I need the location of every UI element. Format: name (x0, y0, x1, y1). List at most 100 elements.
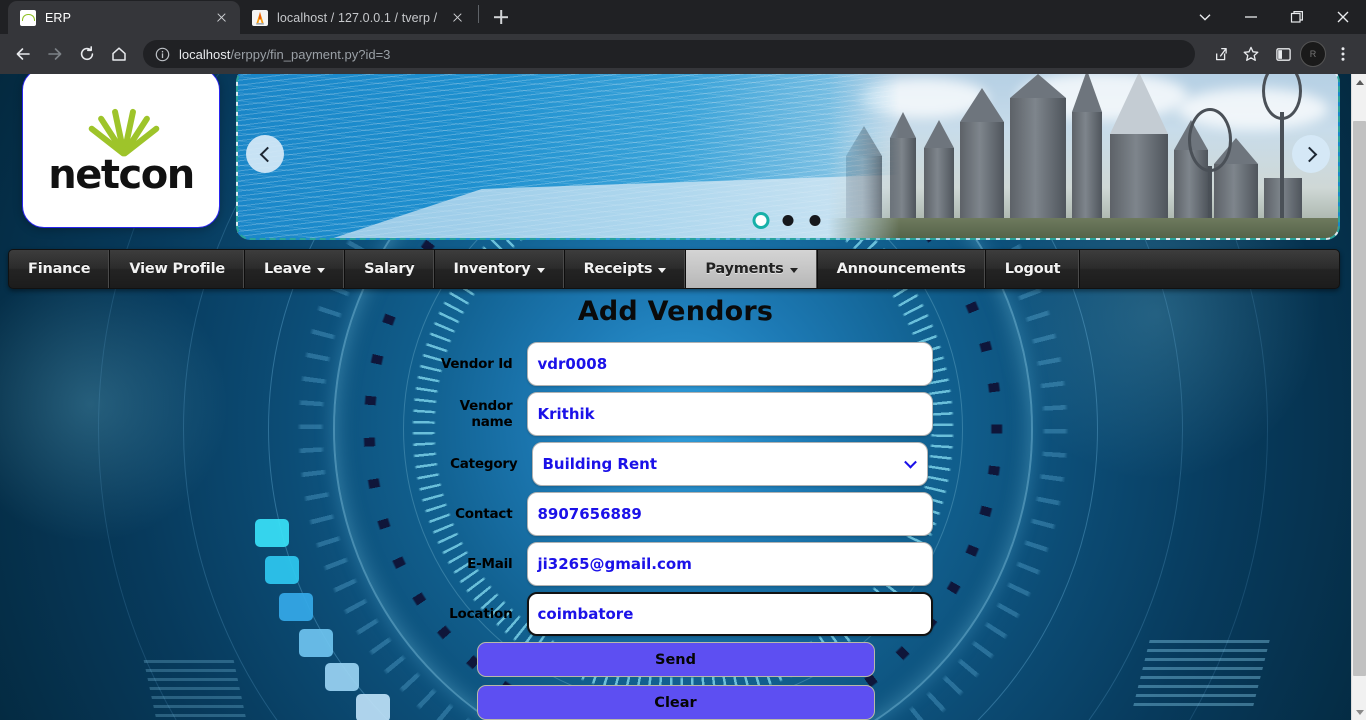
vendor-name-input[interactable]: Krithik (526, 392, 933, 436)
label-vendor-id: Vendor Id (440, 356, 513, 372)
form-row-category: Category Building Rent (0, 439, 1351, 489)
nav-item-payments[interactable]: Payments (686, 250, 818, 288)
nav-label: Salary (364, 261, 415, 277)
carousel-next-button[interactable] (1292, 135, 1330, 173)
page-viewport: netcon Finance View Profile Leave Salary… (0, 74, 1366, 720)
phpmyadmin-favicon-icon (252, 9, 268, 26)
vendor-id-input[interactable]: vdr0008 (526, 342, 933, 386)
form-row-vendor-id: Vendor Id vdr0008 (0, 339, 1351, 389)
nav-filler (1080, 250, 1339, 288)
home-icon[interactable] (104, 39, 134, 69)
carousel-dot-2[interactable] (782, 215, 794, 226)
browser-menu-icon[interactable] (1328, 39, 1358, 69)
nav-item-finance[interactable]: Finance (9, 250, 111, 288)
scrollbar-thumb[interactable] (1353, 121, 1366, 676)
url-text: localhost/erppy/fin_payment.py?id=3 (179, 47, 390, 62)
label-location: Location (449, 606, 513, 622)
site-header: netcon (0, 74, 1351, 248)
back-icon[interactable] (8, 39, 38, 69)
netcon-arc-icon (73, 102, 169, 158)
chevron-down-icon (317, 267, 326, 273)
email-input[interactable]: ji3265@gmail.com (526, 542, 933, 586)
tab-strip: ERP localhost / 127.0.0.1 / tverp / emp (0, 0, 1366, 34)
carousel-indicators (755, 215, 821, 226)
form-row-vendor-name: Vendor name Krithik (0, 389, 1351, 439)
form-row-contact: Contact 8907656889 (0, 489, 1351, 539)
send-button[interactable]: Send (476, 642, 875, 677)
contact-input[interactable]: 8907656889 (526, 492, 933, 536)
nav-label: View Profile (129, 261, 225, 277)
new-tab-button[interactable] (487, 3, 515, 31)
nav-item-logout[interactable]: Logout (986, 250, 1081, 288)
nav-label: Inventory (453, 261, 531, 277)
label-contact: Contact (455, 506, 513, 522)
share-icon[interactable] (1204, 39, 1234, 69)
carousel-prev-button[interactable] (246, 135, 284, 173)
clear-button[interactable]: Clear (476, 685, 875, 720)
label-category: Category (450, 456, 518, 472)
minimize-icon[interactable] (1228, 0, 1274, 34)
url-host: localhost (179, 46, 231, 62)
scroll-up-icon[interactable] (1352, 74, 1366, 90)
close-tab-icon[interactable] (449, 9, 466, 26)
side-panel-icon[interactable] (1268, 39, 1298, 69)
main-navigation: Finance View Profile Leave Salary Invent… (8, 249, 1340, 289)
nav-label: Payments (705, 261, 784, 277)
bookmark-star-icon[interactable] (1236, 39, 1266, 69)
netcon-favicon-icon (20, 9, 36, 26)
page-content: netcon Finance View Profile Leave Salary… (0, 74, 1351, 720)
maximize-icon[interactable] (1274, 0, 1320, 34)
chevron-down-icon (789, 267, 798, 273)
browser-window: ERP localhost / 127.0.0.1 / tverp / emp (0, 0, 1366, 720)
address-bar[interactable]: localhost/erppy/fin_payment.py?id=3 (143, 40, 1195, 68)
chevron-down-icon (903, 455, 917, 469)
add-vendor-form: Vendor Id vdr0008 Vendor name Krithik Ca… (0, 339, 1351, 720)
reload-icon[interactable] (72, 39, 102, 69)
nav-item-leave[interactable]: Leave (245, 250, 346, 288)
category-select[interactable]: Building Rent (531, 442, 928, 486)
forward-icon[interactable] (40, 39, 70, 69)
castle-banner-image (828, 74, 1338, 238)
castle-ground (828, 218, 1338, 238)
page-scrollbar[interactable] (1351, 74, 1366, 720)
chevron-down-icon (536, 267, 545, 273)
location-input[interactable]: coimbatore (526, 592, 933, 636)
nav-label: Announcements (836, 261, 966, 277)
category-selected-value: Building Rent (542, 455, 658, 473)
window-controls (1182, 0, 1366, 34)
close-window-icon[interactable] (1320, 0, 1366, 34)
tab-divider (478, 5, 479, 23)
clear-button-row: Clear (0, 685, 1351, 720)
nav-item-receipts[interactable]: Receipts (565, 250, 687, 288)
nav-item-view-profile[interactable]: View Profile (110, 250, 245, 288)
site-info-icon[interactable] (155, 47, 170, 62)
scroll-down-icon[interactable] (1352, 704, 1366, 720)
chevron-down-icon (658, 267, 667, 273)
browser-toolbar: localhost/erppy/fin_payment.py?id=3 R (0, 34, 1366, 74)
browser-tab-erp[interactable]: ERP (8, 1, 240, 34)
profile-avatar[interactable]: R (1300, 41, 1326, 67)
browser-tab-phpmyadmin[interactable]: localhost / 127.0.0.1 / tverp / emp (240, 1, 476, 34)
banner-carousel[interactable] (236, 74, 1340, 240)
nav-item-salary[interactable]: Salary (345, 250, 435, 288)
carousel-dot-1[interactable] (755, 215, 767, 226)
site-logo[interactable]: netcon (22, 74, 220, 228)
carousel-dot-3[interactable] (809, 215, 821, 226)
nav-item-inventory[interactable]: Inventory (435, 250, 565, 288)
label-email: E-Mail (467, 556, 513, 572)
url-path: /erppy/fin_payment.py?id=3 (230, 46, 391, 62)
tab-search-icon[interactable] (1182, 0, 1228, 34)
logo-text: netcon (48, 151, 195, 198)
form-row-location: Location coimbatore (0, 589, 1351, 639)
label-vendor-name: Vendor name (459, 398, 513, 430)
nav-item-announcements[interactable]: Announcements (818, 250, 986, 288)
tab-title: localhost / 127.0.0.1 / tverp / emp (277, 10, 440, 25)
tab-title: ERP (45, 10, 72, 25)
nav-label: Finance (28, 261, 91, 277)
close-tab-icon[interactable] (213, 9, 230, 26)
nav-label: Logout (1004, 261, 1061, 277)
nav-label: Leave (263, 261, 312, 277)
nav-label: Receipts (583, 261, 653, 277)
send-button-row: Send (0, 642, 1351, 682)
page-title: Add Vendors (577, 296, 774, 327)
